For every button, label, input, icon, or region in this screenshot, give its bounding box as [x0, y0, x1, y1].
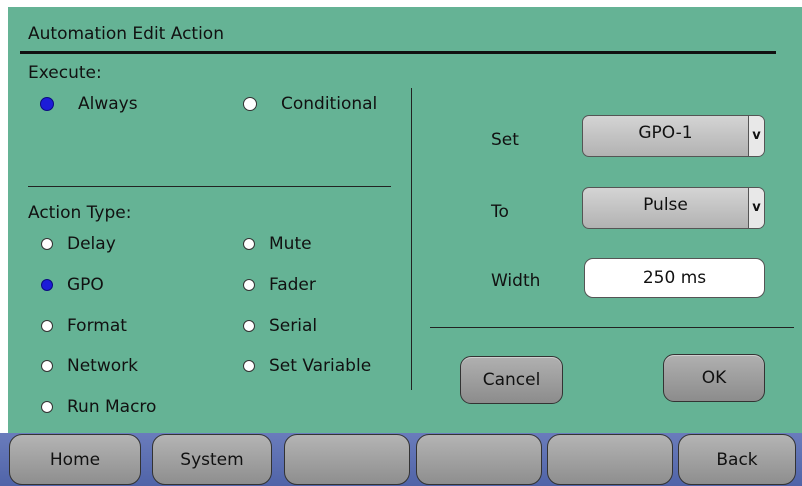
ok-button[interactable]: OK [663, 354, 765, 402]
execute-label: Execute: [28, 63, 102, 83]
radio-fader[interactable]: Fader [243, 275, 316, 295]
title-divider [20, 51, 776, 54]
radio-unselected-icon [243, 279, 255, 291]
nav-home-button[interactable]: Home [9, 434, 141, 485]
nav-blank-button-3[interactable] [547, 434, 673, 485]
radio-gpo-label: GPO [67, 275, 104, 295]
radio-format[interactable]: Format [41, 316, 127, 336]
radio-set-variable[interactable]: Set Variable [243, 356, 371, 376]
radio-network-label: Network [67, 356, 138, 376]
radio-unselected-icon [41, 320, 53, 332]
to-dropdown[interactable]: Pulse v [582, 187, 765, 229]
radio-mute[interactable]: Mute [243, 234, 312, 254]
set-value: GPO-1 [638, 123, 693, 143]
nav-system-button[interactable]: System [152, 434, 272, 485]
radio-unselected-icon [41, 238, 53, 250]
width-field[interactable]: 250 ms [584, 258, 765, 298]
radio-unselected-icon [243, 320, 255, 332]
radio-unselected-icon [243, 238, 255, 250]
radio-selected-icon [40, 97, 54, 111]
radio-serial[interactable]: Serial [243, 316, 317, 336]
chevron-down-icon: v [748, 188, 764, 228]
radio-conditional-label: Conditional [281, 94, 378, 114]
to-label: To [491, 202, 509, 222]
radio-unselected-icon [243, 97, 257, 111]
radio-mute-label: Mute [269, 234, 312, 254]
radio-unselected-icon [41, 401, 53, 413]
nav-blank-button-1[interactable] [284, 434, 410, 485]
to-value: Pulse [643, 195, 688, 215]
nav-blank-button-2[interactable] [416, 434, 542, 485]
radio-conditional[interactable]: Conditional [243, 94, 377, 114]
dialog-title: Automation Edit Action [28, 24, 224, 44]
radio-delay-label: Delay [67, 234, 116, 254]
set-label: Set [491, 130, 519, 150]
radio-fader-label: Fader [269, 275, 316, 295]
nav-back-button[interactable]: Back [678, 434, 796, 485]
radio-run-macro-label: Run Macro [67, 397, 157, 417]
radio-unselected-icon [41, 360, 53, 372]
radio-unselected-icon [243, 360, 255, 372]
radio-network[interactable]: Network [41, 356, 138, 376]
radio-always-label: Always [78, 94, 138, 114]
radio-format-label: Format [67, 316, 127, 336]
radio-always[interactable]: Always [40, 94, 138, 114]
radio-gpo[interactable]: GPO [41, 275, 104, 295]
radio-selected-icon [41, 279, 53, 291]
radio-serial-label: Serial [269, 316, 318, 336]
settings-divider [430, 327, 794, 328]
set-dropdown[interactable]: GPO-1 v [582, 115, 765, 157]
chevron-down-icon: v [748, 116, 764, 156]
action-type-label: Action Type: [28, 203, 132, 223]
width-label: Width [491, 271, 541, 291]
cancel-button[interactable]: Cancel [460, 356, 563, 404]
radio-delay[interactable]: Delay [41, 234, 116, 254]
section-divider [28, 186, 391, 187]
radio-run-macro[interactable]: Run Macro [41, 397, 156, 417]
radio-set-variable-label: Set Variable [269, 356, 372, 376]
panel-divider [411, 88, 412, 390]
